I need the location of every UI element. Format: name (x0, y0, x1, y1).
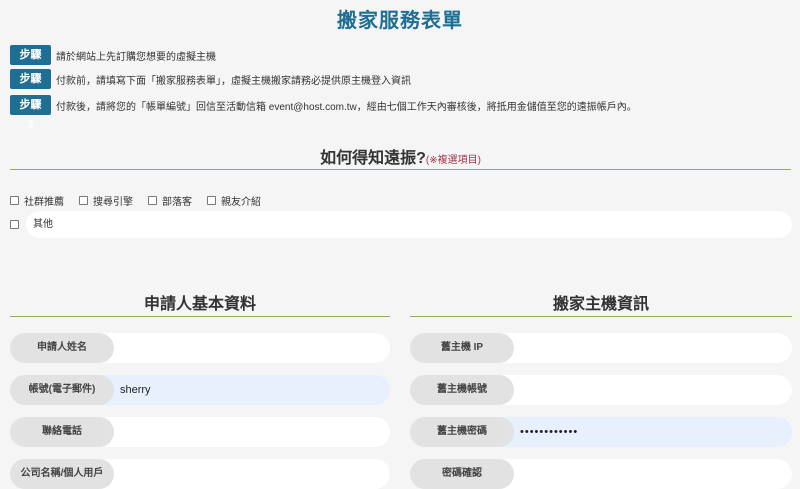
checkbox-label: 搜尋引擎 (93, 197, 133, 208)
company-field[interactable]: 公司名稱/個人用戶 (10, 459, 390, 489)
checkbox-label: 部落客 (162, 197, 192, 208)
step-text: 付款後，請將您的「帳單編號」回信至活動信箱 event@host.com.tw，… (56, 101, 637, 113)
old-host-account-field[interactable]: 舊主機帳號 (410, 375, 792, 405)
divider (10, 169, 791, 170)
source-heading-text: 如何得知遠振? (320, 150, 426, 167)
step-text: 付款前，請填寫下面「搬家服務表單」，虛擬主機搬家請務必提供原主機登入資訊 (56, 75, 411, 87)
checkbox-search-engine[interactable] (79, 196, 88, 205)
step-badge: 步驟 1 (10, 45, 51, 81)
source-options: 社群推薦 搜尋引擎 部落客 親友介紹 (10, 193, 276, 208)
field-label: 舊主機密碼 (410, 417, 514, 447)
applicant-name-field[interactable]: 申請人姓名 (10, 333, 390, 363)
step-badge: 步驟 3 (10, 95, 51, 131)
checkbox-social[interactable] (10, 196, 19, 205)
account-email-field[interactable]: 帳號(電子郵件) sherry (10, 375, 390, 405)
company-input[interactable] (114, 459, 390, 489)
step-3: 步驟 3 付款後，請將您的「帳單編號」回信至活動信箱 event@host.co… (10, 95, 637, 131)
field-label: 申請人姓名 (10, 333, 114, 363)
field-label: 舊主機帳號 (410, 375, 514, 405)
field-label: 公司名稱/個人用戶 (10, 459, 114, 489)
other-input[interactable]: 其他 (26, 211, 792, 238)
checkbox-other[interactable] (10, 220, 19, 229)
applicant-name-input[interactable] (114, 333, 390, 363)
divider (10, 316, 390, 317)
applicant-heading: 申請人基本資料 (143, 296, 256, 313)
step-1: 步驟 1 請於網站上先訂購您想要的虛擬主機 (10, 45, 216, 81)
checkbox-label: 親友介紹 (221, 197, 261, 208)
old-host-ip-field[interactable]: 舊主機 IP (410, 333, 792, 363)
old-host-ip-input[interactable] (514, 333, 792, 363)
field-label: 舊主機 IP (410, 333, 514, 363)
page-title: 搬家服務表單 (337, 10, 463, 32)
confirm-password-field[interactable]: 密碼確認 (410, 459, 792, 489)
multi-select-note: (※複選項目) (425, 155, 481, 166)
checkbox-label: 社群推薦 (24, 197, 64, 208)
old-host-account-input[interactable] (514, 375, 792, 405)
step-text: 請於網站上先訂購您想要的虛擬主機 (56, 51, 216, 63)
field-label: 密碼確認 (410, 459, 514, 489)
checkbox-blogger[interactable] (148, 196, 157, 205)
confirm-password-input[interactable] (514, 459, 792, 489)
old-host-password-field[interactable]: 舊主機密碼 •••••••••••• (410, 417, 792, 447)
other-option (10, 220, 19, 229)
host-heading: 搬家主機資訊 (552, 296, 649, 313)
step-badge: 步驟 2 (10, 69, 51, 105)
phone-input[interactable] (114, 417, 390, 447)
account-email-input[interactable]: sherry (114, 375, 390, 405)
source-heading: 如何得知遠振?(※複選項目) (10, 144, 791, 168)
step-2: 步驟 2 付款前，請填寫下面「搬家服務表單」，虛擬主機搬家請務必提供原主機登入資… (10, 69, 411, 105)
old-host-password-input[interactable]: •••••••••••• (514, 417, 792, 447)
divider (410, 316, 792, 317)
field-label: 帳號(電子郵件) (10, 375, 114, 405)
phone-field[interactable]: 聯絡電話 (10, 417, 390, 447)
field-label: 聯絡電話 (10, 417, 114, 447)
checkbox-friends[interactable] (207, 196, 216, 205)
